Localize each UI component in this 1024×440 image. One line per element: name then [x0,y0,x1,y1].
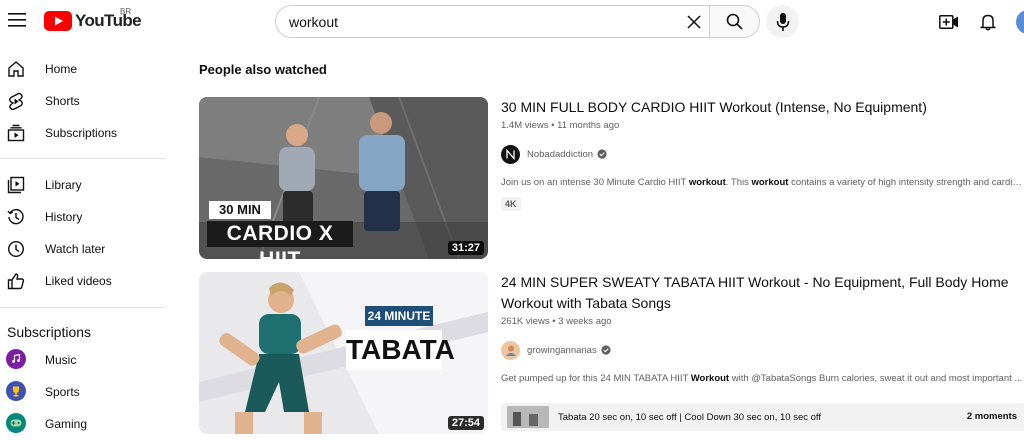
sidebar-item-label: Liked videos [45,274,112,288]
youtube-logo[interactable]: YouTube BR [44,7,142,32]
verified-icon [601,345,611,355]
sidebar-subscription-music[interactable]: Music [0,344,166,376]
sidebar: Home Shorts Subscriptions Library Histor… [0,44,170,433]
view-count: 1.4M views [501,120,549,131]
clear-search-icon[interactable] [682,10,706,34]
video-description: Get pumped up for this 24 MIN TABATA HII… [501,373,1023,384]
sidebar-item-liked-videos[interactable]: Liked videos [0,265,166,297]
subscription-label: Gaming [45,417,88,431]
channel-avatar[interactable] [501,144,520,164]
video-duration: 31:27 [447,241,484,255]
view-count: 261K views [501,316,550,327]
account-avatar[interactable] [1016,10,1024,34]
subscriptions-icon [6,123,26,143]
trophy-icon [6,381,26,401]
thumbnail-caption-top: 30 MIN [219,202,261,217]
channel-row[interactable]: Nobadaddiction [501,144,1024,164]
sidebar-divider [0,158,166,159]
video-duration: 27:54 [447,416,484,430]
subscriptions-heading: Subscriptions [7,324,92,340]
moments-count[interactable]: 2 moments [967,411,1017,422]
channel-avatar[interactable] [501,340,520,360]
sidebar-item-label: Watch later [45,242,106,256]
video-camera-plus-icon [939,15,958,29]
upload-age: 3 weeks ago [558,316,612,327]
thumbs-up-icon [6,271,26,291]
sidebar-item-label: Home [45,62,78,76]
search-button[interactable] [709,5,760,38]
menu-icon[interactable] [4,7,30,33]
sidebar-subscription-sports[interactable]: Sports [0,376,166,408]
subscription-label: Sports [45,385,80,399]
channel-name[interactable]: growingannanas [527,345,597,356]
bell-icon [980,14,996,31]
sidebar-item-label: Library [45,178,82,192]
sidebar-subscription-gaming[interactable]: Gaming [0,408,166,440]
notifications-button[interactable] [975,9,1001,35]
home-icon [6,59,26,79]
chapter-thumbnail [507,406,549,428]
chapter-text: Tabata 20 sec on, 10 sec off | Cool Down… [558,411,822,423]
upload-age: 11 months ago [557,120,620,131]
verified-icon [597,149,607,159]
sidebar-item-label: Shorts [45,94,80,108]
quality-badge: 4K [501,197,521,211]
music-channel-icon [6,349,26,369]
section-title: People also watched [199,62,327,77]
video-meta: 261K views • 3 weeks ago [501,316,612,327]
sidebar-item-home[interactable]: Home [0,53,166,85]
video-description: Join us on an intense 30 Minute Cardio H… [501,177,1024,188]
video-thumbnail[interactable]: 30 MIN CARDIO X HIIT 31:27 [199,97,488,259]
thumbnail-caption-main: TABATA [346,334,455,365]
sidebar-item-shorts[interactable]: Shorts [0,85,166,117]
video-meta: 1.4M views • 11 months ago [501,120,620,131]
thumbnail-caption-top: 24 MINUTE [367,309,431,323]
sidebar-item-subscriptions[interactable]: Subscriptions [0,117,166,149]
video-info: 30 MIN FULL BODY CARDIO HIIT Workout (In… [501,97,1024,212]
thumbnail-caption-main: CARDIO X HIIT [226,222,334,259]
video-thumbnail[interactable]: 24 MINUTE TABATA 27:54 [199,272,488,434]
history-icon [6,207,26,227]
key-moments-bar[interactable]: Tabata 20 sec on, 10 sec off | Cool Down… [501,403,1024,431]
library-icon [6,175,26,195]
sidebar-item-watch-later[interactable]: Watch later [0,233,166,265]
sidebar-item-label: Subscriptions [45,126,118,140]
sidebar-item-label: History [45,210,83,224]
channel-name[interactable]: Nobadaddiction [527,149,593,160]
voice-search-button[interactable] [766,5,799,38]
search-icon [726,13,743,30]
video-title[interactable]: 30 MIN FULL BODY CARDIO HIIT Workout (In… [501,97,1024,118]
video-title[interactable]: 24 MIN SUPER SWEATY TABATA HIIT Workout … [501,272,1024,314]
sidebar-divider [0,307,166,308]
clock-icon [6,239,26,259]
video-result[interactable]: 24 MINUTE TABATA 27:54 24 MIN SUPER SWEA… [199,272,1024,434]
search-input[interactable] [289,13,679,30]
create-video-button[interactable] [936,9,962,35]
shorts-icon [6,91,26,111]
subscription-label: Music [45,353,77,367]
youtube-play-icon [44,11,72,31]
sidebar-item-library[interactable]: Library [0,169,166,201]
sidebar-item-history[interactable]: History [0,201,166,233]
region-code: BR [120,7,132,16]
video-result[interactable]: 30 MIN CARDIO X HIIT 31:27 30 MIN FULL B… [199,97,1024,262]
top-bar: YouTube BR [0,0,1024,44]
video-info: 24 MIN SUPER SWEATY TABATA HIIT Workout … [501,272,1024,431]
gamepad-icon [6,413,26,433]
microphone-icon [776,12,789,31]
search-box [275,5,710,38]
channel-row[interactable]: growingannanas [501,340,1024,360]
